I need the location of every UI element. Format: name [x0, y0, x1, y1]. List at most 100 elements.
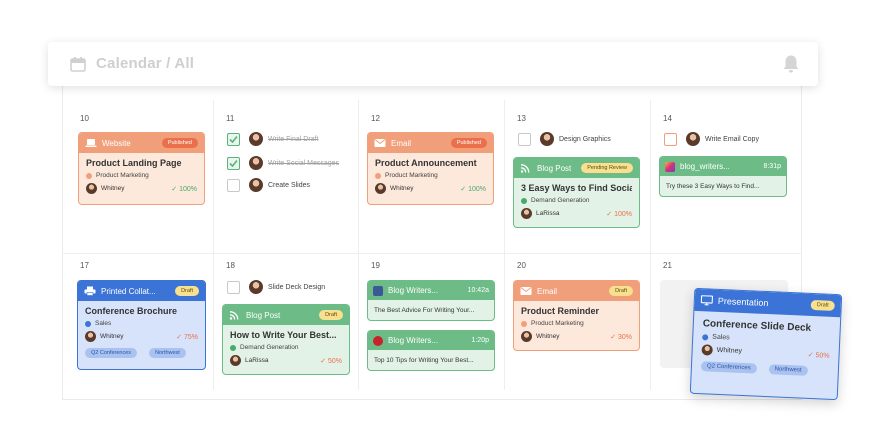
envelope-icon	[520, 287, 532, 295]
post-time: 8:31p	[763, 163, 781, 170]
avatar	[86, 183, 97, 194]
day-number: 17	[80, 261, 89, 270]
social-post-pinterest[interactable]: Blog Writers... 1:20p Top 10 Tips for Wr…	[367, 330, 495, 371]
avatar	[249, 132, 263, 146]
card-type-label: Blog Post	[537, 163, 572, 173]
content-card-presentation[interactable]: Presentation Draft Conference Slide Deck…	[689, 287, 843, 401]
status-badge: Draft	[609, 286, 633, 296]
social-post-instagram[interactable]: blog_writers... 8:31p Try these 3 Easy W…	[659, 156, 787, 197]
card-owner: Whitney	[536, 333, 560, 340]
tag-dot	[702, 333, 709, 340]
card-tag: Product Marketing	[385, 172, 438, 179]
task-item[interactable]: Create Slides	[227, 178, 310, 192]
card-tag: Demand Generation	[531, 197, 590, 204]
task-label: Write Final Draft	[268, 135, 319, 143]
task-label: Design Graphics	[559, 135, 611, 143]
content-card-blog-post[interactable]: Blog Post Pending Review 3 Easy Ways to …	[513, 157, 640, 228]
card-type-label: Blog Post	[246, 310, 281, 320]
post-account: Blog Writers...	[388, 336, 439, 345]
avatar	[249, 280, 263, 294]
card-title: Product Reminder	[521, 306, 600, 316]
check-icon	[229, 159, 238, 167]
card-owner: LaRissa	[536, 210, 560, 217]
check-icon	[229, 135, 238, 143]
grid-divider	[62, 253, 802, 254]
rss-icon	[520, 164, 530, 173]
avatar	[686, 132, 700, 146]
card-owner: Whitney	[101, 185, 125, 192]
progress-value: ✓ 75%	[176, 333, 198, 341]
post-time: 10:42a	[467, 287, 489, 294]
day-number: 14	[663, 114, 672, 123]
content-card-email[interactable]: Email Published Product Announcement Pro…	[367, 132, 494, 205]
post-account: blog_writers...	[680, 162, 730, 171]
content-card-printed-collateral[interactable]: Printed Collat... Draft Conference Broch…	[77, 280, 206, 370]
task-checkbox[interactable]	[227, 156, 240, 170]
task-checkbox[interactable]	[518, 132, 531, 146]
content-card-blog-post[interactable]: Blog Post Draft How to Write Your Best..…	[222, 304, 350, 375]
status-badge: Published	[161, 138, 198, 148]
task-item[interactable]: Write Email Copy	[664, 132, 759, 146]
task-checkbox[interactable]	[227, 280, 240, 294]
printer-icon	[84, 286, 96, 296]
tag-pill[interactable]: Q2 Conferences	[85, 348, 138, 358]
tag-pill[interactable]: Northwest	[768, 364, 808, 376]
card-owner: Whitney	[390, 185, 414, 192]
card-title: Conference Slide Deck	[702, 318, 812, 334]
content-card-email[interactable]: Email Draft Product Reminder Product Mar…	[513, 280, 640, 351]
progress-value: ✓ 50%	[807, 351, 830, 360]
card-type-label: Presentation	[717, 295, 769, 309]
task-item[interactable]: Slide Deck Design	[227, 280, 325, 294]
post-text: Top 10 Tips for Writing Your Best...	[374, 357, 474, 364]
card-type-label: Email	[537, 286, 558, 296]
tag-dot	[85, 320, 91, 327]
task-checkbox[interactable]	[664, 132, 677, 146]
tag-pill[interactable]: Q2 Conferences	[700, 361, 757, 374]
avatar	[521, 331, 532, 342]
avatar	[85, 331, 96, 342]
status-badge: Published	[450, 138, 487, 148]
task-item[interactable]: Write Social Messages	[227, 156, 339, 170]
task-item[interactable]: Design Graphics	[518, 132, 611, 146]
progress-value: ✓ 30%	[610, 333, 632, 341]
social-post-facebook[interactable]: Blog Writers... 10:42a The Best Advice F…	[367, 280, 495, 321]
task-label: Create Slides	[268, 181, 311, 189]
avatar	[375, 183, 386, 194]
card-type-label: Website	[102, 138, 131, 148]
day-number: 21	[663, 261, 672, 270]
card-tag: Sales	[95, 320, 112, 327]
task-label: Slide Deck Design	[268, 283, 326, 291]
page-title: Calendar / All	[96, 55, 195, 72]
progress-value: ✓ 50%	[320, 357, 342, 365]
progress-value: ✓ 100%	[606, 210, 632, 218]
card-type-label: Email	[391, 138, 412, 148]
card-tag: Demand Generation	[240, 344, 299, 351]
day-number: 11	[226, 114, 235, 123]
grid-divider	[358, 100, 359, 390]
rss-icon	[229, 311, 239, 320]
bell-icon[interactable]	[782, 54, 800, 74]
avatar	[230, 355, 241, 366]
card-type-label: Printed Collat...	[101, 286, 156, 296]
avatar	[249, 156, 263, 170]
laptop-icon	[85, 139, 97, 147]
status-badge: Draft	[175, 286, 199, 296]
tag-dot	[521, 197, 527, 204]
task-item[interactable]: Write Final Draft	[227, 132, 318, 146]
task-checkbox[interactable]	[227, 178, 240, 192]
content-card-website[interactable]: Website Published Product Landing Page P…	[78, 132, 205, 205]
pinterest-icon	[373, 335, 383, 346]
avatar	[540, 132, 554, 146]
tag-dot	[375, 172, 381, 179]
grid-divider	[213, 100, 214, 390]
card-title: Conference Brochure	[85, 306, 178, 316]
facebook-icon	[373, 285, 383, 296]
card-owner: LaRissa	[245, 357, 269, 364]
day-number: 10	[80, 114, 89, 123]
post-account: Blog Writers...	[388, 286, 439, 295]
tag-pill[interactable]: Northwest	[149, 348, 186, 358]
day-number: 12	[371, 114, 380, 123]
task-checkbox[interactable]	[227, 132, 240, 146]
day-number: 20	[517, 261, 526, 270]
post-time: 1:20p	[471, 337, 489, 344]
